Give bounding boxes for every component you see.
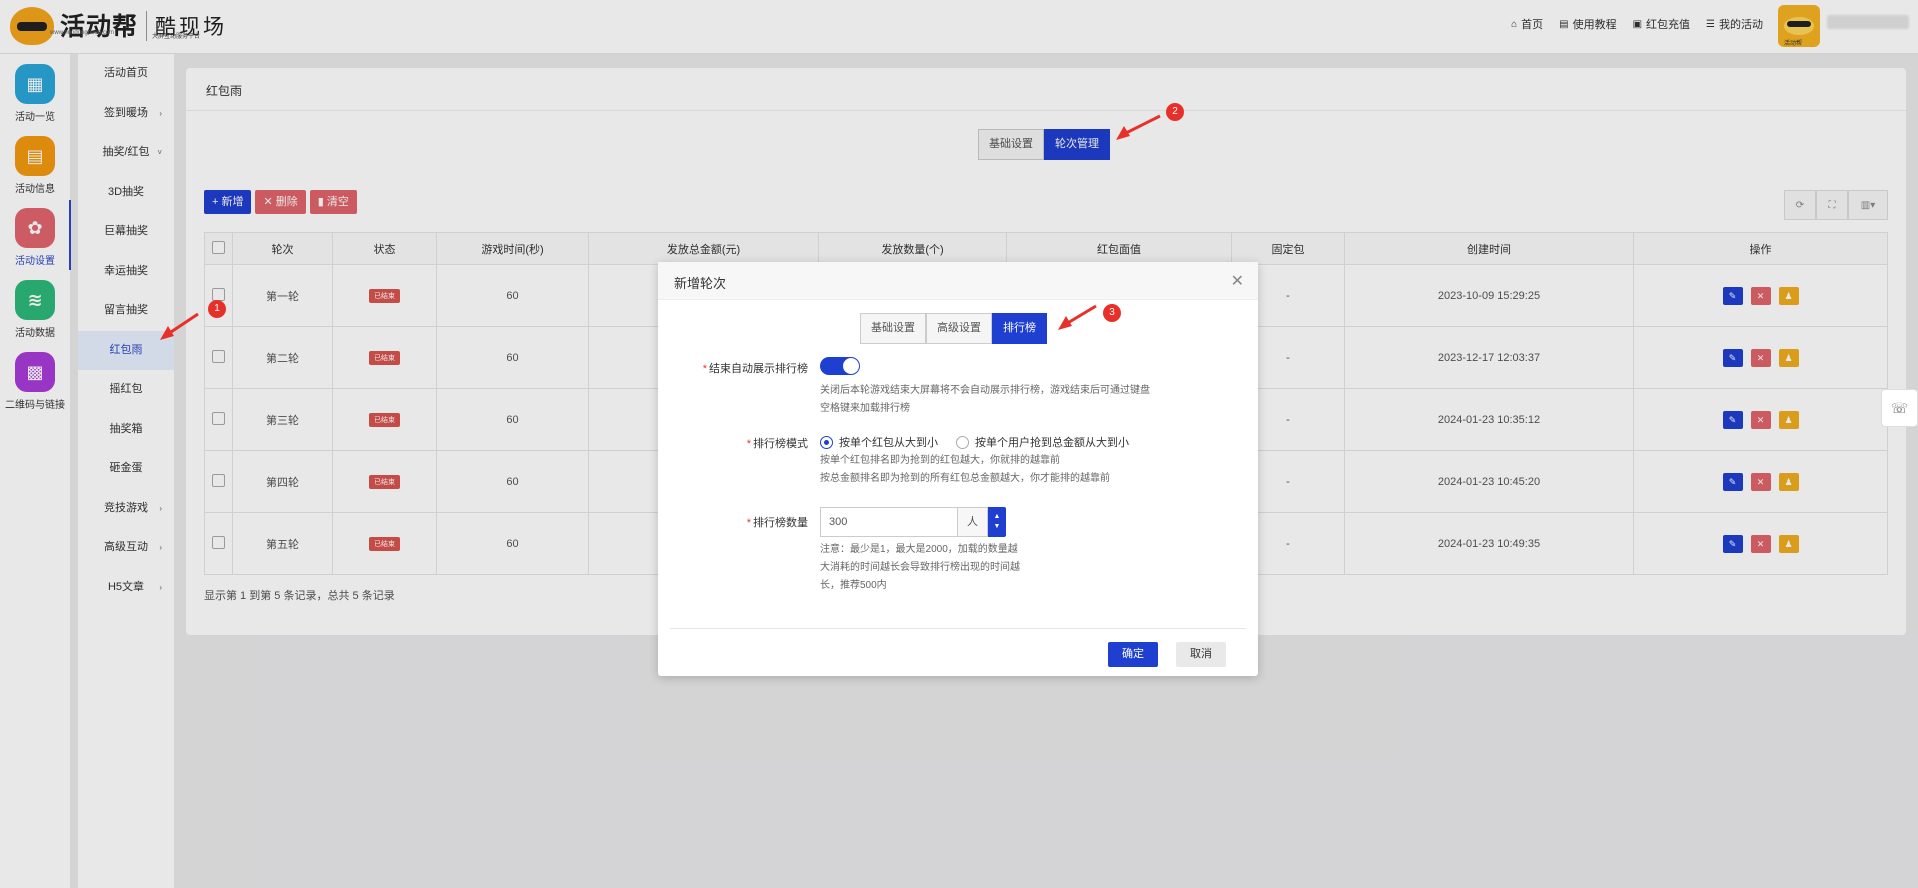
annotation-arrows bbox=[160, 114, 1161, 340]
annotation-arrow bbox=[1065, 304, 1097, 326]
annotation-badge: 3 bbox=[1103, 304, 1121, 322]
annotation-badge: 2 bbox=[1166, 103, 1184, 121]
annotation-arrowhead bbox=[1116, 126, 1130, 140]
annotation-arrow bbox=[1123, 114, 1161, 136]
annotation-arrowhead bbox=[1058, 316, 1072, 330]
annotation-arrow bbox=[167, 312, 199, 336]
annotation-arrowhead bbox=[160, 326, 174, 340]
annotation-badge: 1 bbox=[208, 300, 226, 318]
